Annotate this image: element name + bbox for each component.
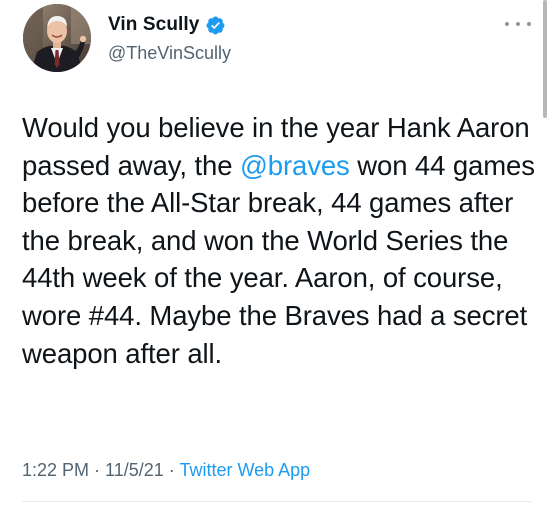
meta-separator: · [89, 460, 106, 480]
tweet-date[interactable]: 11/5/21 [105, 460, 164, 480]
verified-badge-icon [205, 15, 226, 36]
scrollbar[interactable] [543, 0, 547, 118]
tweet-meta: 1:22 PM · 11/5/21 · Twitter Web App [22, 460, 310, 481]
tweet-source-link[interactable]: Twitter Web App [179, 460, 310, 480]
tweet-time[interactable]: 1:22 PM [22, 460, 89, 480]
divider [22, 501, 532, 502]
tweet-text-part2: won 44 games before the All-Star break, … [22, 149, 535, 369]
more-options-icon[interactable] [505, 16, 531, 32]
user-handle[interactable]: @TheVinScully [108, 43, 231, 64]
display-name-row[interactable]: Vin Scully [108, 14, 226, 36]
avatar[interactable] [23, 4, 91, 72]
mention-link[interactable]: @braves [240, 150, 350, 181]
meta-separator: · [163, 460, 180, 480]
tweet-text: Would you believe in the year Hank Aaron… [22, 109, 537, 372]
tweet-card[interactable]: Vin Scully @TheVinScully Would you belie… [0, 0, 552, 505]
display-name[interactable]: Vin Scully [108, 14, 199, 36]
